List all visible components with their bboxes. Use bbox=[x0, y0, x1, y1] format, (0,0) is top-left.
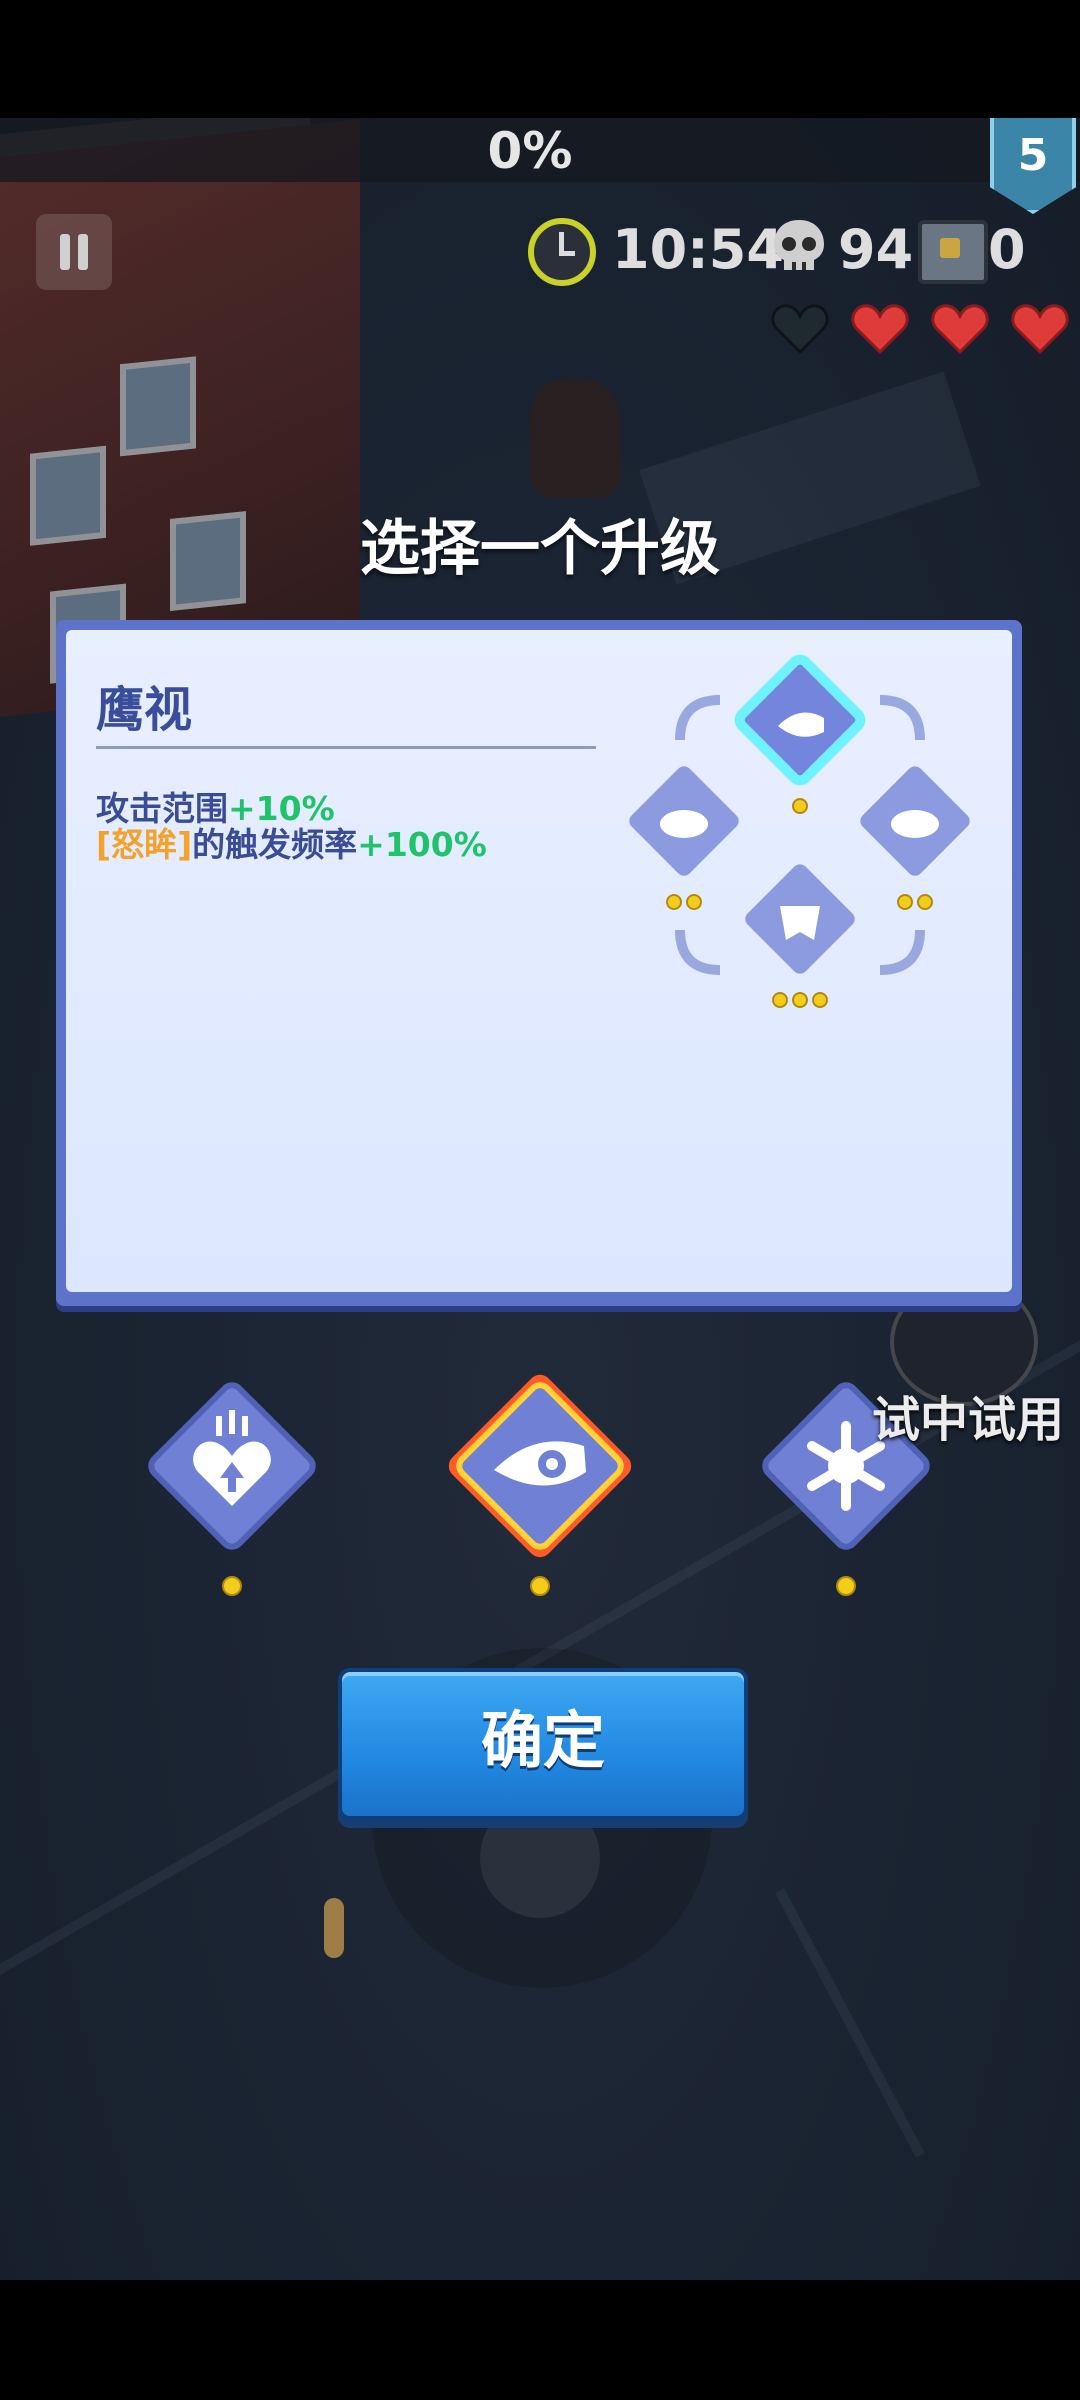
level-dot bbox=[530, 1576, 550, 1596]
timer-text: 10:54 bbox=[612, 218, 784, 281]
upgrade-choice-heart[interactable] bbox=[132, 1366, 332, 1600]
upgrade-title: 选择一个升级 bbox=[360, 514, 720, 584]
level-dot bbox=[836, 1576, 856, 1596]
pause-icon bbox=[60, 234, 70, 270]
xp-progress-text: 0% bbox=[487, 122, 573, 180]
status-bar-area bbox=[0, 0, 1080, 118]
tree-node-demon-eye[interactable] bbox=[742, 861, 858, 1008]
tree-arrow bbox=[675, 929, 721, 975]
kill-count-text: 94 bbox=[838, 218, 914, 281]
trial-label: 试中试用 bbox=[872, 1392, 1065, 1448]
tree-node-burning-eye[interactable] bbox=[857, 763, 973, 910]
heart-full-icon bbox=[931, 304, 989, 355]
desc-text: 的触发频率 bbox=[192, 825, 358, 864]
chest-icon bbox=[918, 220, 988, 284]
desc-bonus: +100% bbox=[357, 825, 487, 864]
tree-arrow bbox=[879, 695, 925, 741]
nav-bar-area bbox=[0, 2280, 1080, 2400]
skill-name: 鹰视 bbox=[96, 682, 193, 738]
chest-count-text: 0 bbox=[988, 218, 1026, 281]
pause-icon bbox=[78, 234, 88, 270]
tree-node-flame-eye[interactable] bbox=[626, 763, 742, 910]
skull-icon bbox=[774, 220, 824, 270]
heart-full-icon bbox=[851, 304, 909, 355]
upgrade-choice-cannon-eye[interactable] bbox=[424, 1350, 656, 1600]
burning-eye-icon bbox=[891, 810, 939, 838]
desc-tag: [怒眸] bbox=[96, 825, 193, 864]
pause-button[interactable] bbox=[36, 214, 112, 290]
skill-desc-line-2: [怒眸]的触发频率+100% bbox=[96, 818, 487, 866]
clock-icon bbox=[528, 218, 596, 286]
flame-eye-icon bbox=[660, 810, 708, 838]
heart-full-icon bbox=[1011, 304, 1069, 355]
tree-arrow bbox=[879, 929, 925, 975]
divider bbox=[96, 746, 596, 749]
tree-arrow bbox=[675, 695, 721, 741]
tree-node-cannon-eye[interactable] bbox=[734, 654, 866, 814]
confirm-button[interactable]: 确定 bbox=[338, 1668, 748, 1820]
heart-empty-icon bbox=[771, 304, 829, 355]
skill-tree bbox=[626, 654, 973, 1008]
level-dot bbox=[222, 1576, 242, 1596]
